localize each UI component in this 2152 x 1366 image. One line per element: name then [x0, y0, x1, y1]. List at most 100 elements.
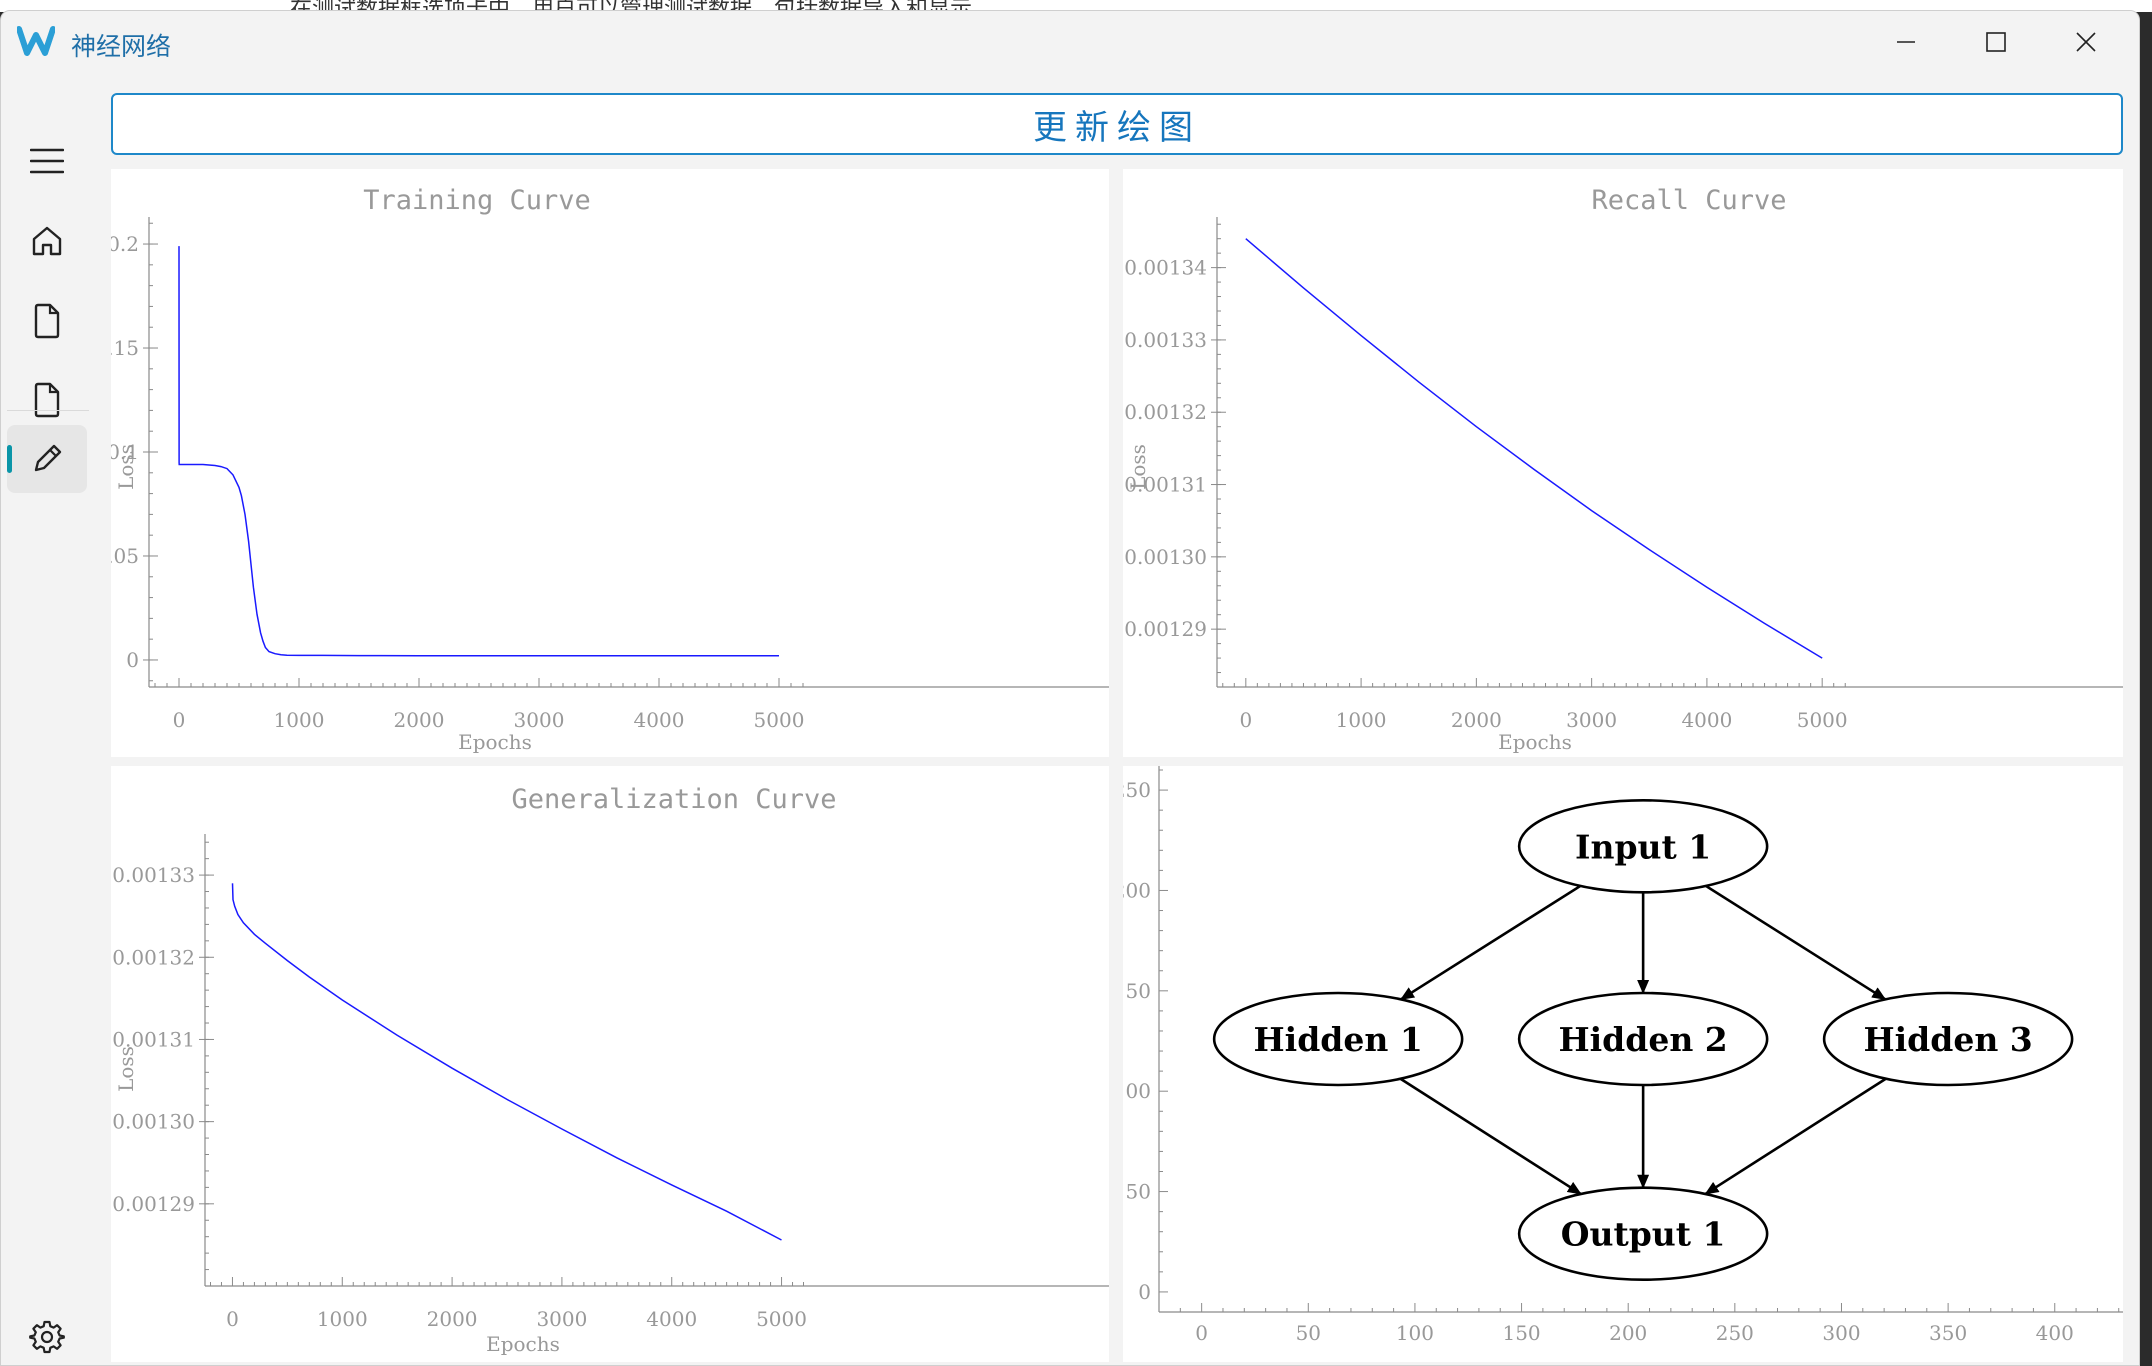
- y-tick-label: 0.00129: [112, 1192, 195, 1216]
- y-tick-label: 0.00129: [1124, 617, 1207, 641]
- y-tick-label: 200: [1123, 878, 1151, 902]
- x-tick-label: 5000: [754, 708, 805, 732]
- graph-node-label: Input 1: [1575, 827, 1711, 866]
- y-tick-label: 50: [1126, 1180, 1151, 1204]
- x-axis-label: Epochs: [486, 1332, 560, 1356]
- sidebar-item-document-1[interactable]: [7, 287, 87, 355]
- y-tick-label: 0.15: [111, 336, 139, 360]
- window-title: 神经网络: [71, 32, 172, 61]
- graph-node-label: Output 1: [1561, 1215, 1726, 1254]
- sidebar-divider: [7, 410, 89, 411]
- x-tick-label: 200: [1609, 1321, 1647, 1345]
- pencil-icon: [34, 444, 62, 472]
- x-tick-label: 0: [173, 708, 186, 732]
- x-tick-label: 300: [1822, 1321, 1860, 1345]
- x-tick-label: 4000: [1681, 708, 1732, 732]
- y-tick-label: 150: [1123, 979, 1151, 1003]
- x-tick-label: 350: [1929, 1321, 1967, 1345]
- sidebar: [1, 73, 105, 1365]
- home-icon: [32, 226, 62, 256]
- app-window: 神经网络 更新绘图 Training Curve 0 1000 2000 300…: [0, 10, 2140, 1366]
- graph-edge: [1705, 884, 1887, 1001]
- x-tick-label: 0: [1195, 1321, 1208, 1345]
- gear-icon: [29, 1320, 65, 1354]
- x-tick-label: 100: [1396, 1321, 1434, 1345]
- titlebar: 神经网络: [1, 11, 2139, 73]
- graph-node-label: Hidden 1: [1253, 1020, 1422, 1059]
- maximize-icon: [1986, 32, 2006, 52]
- x-tick-label: 2000: [1451, 708, 1502, 732]
- y-tick-label: 0.00133: [112, 863, 195, 887]
- recall-curve-panel: Recall Curve 0 1000 2000 3000 4000 5000 0.00129…: [1123, 169, 2123, 757]
- x-tick-label: 1000: [317, 1307, 368, 1331]
- graph-node-label: Hidden 3: [1863, 1020, 2032, 1059]
- x-tick-label: 0: [226, 1307, 239, 1331]
- document-icon: [34, 303, 60, 339]
- x-tick-label: 3000: [1566, 708, 1617, 732]
- sidebar-item-home[interactable]: [7, 207, 87, 275]
- update-plot-button[interactable]: 更新绘图: [111, 93, 2123, 155]
- x-tick-label: 4000: [646, 1307, 697, 1331]
- document-icon: [34, 382, 60, 418]
- y-tick-label: 0.00132: [112, 945, 195, 969]
- x-tick-label: 4000: [634, 708, 685, 732]
- generalization-curve-panel: Generalization Curve 0 1000 2000 3000 4000 500…: [111, 766, 1109, 1362]
- y-tick-label: 100: [1123, 1079, 1151, 1103]
- chart-title: Generalization Curve: [511, 784, 836, 815]
- y-axis-label: Loss: [114, 444, 138, 490]
- maximize-button[interactable]: [1968, 21, 2024, 63]
- y-tick-label: 0.00130: [112, 1110, 195, 1134]
- y-tick-label: 0.2: [111, 232, 139, 256]
- app-logo-icon: [17, 26, 55, 56]
- x-axis-label: Epochs: [458, 730, 532, 754]
- graph-edge: [1400, 884, 1582, 1001]
- x-tick-label: 0: [1239, 708, 1252, 732]
- menu-toggle-button[interactable]: [7, 127, 87, 195]
- minimize-button[interactable]: [1878, 21, 1934, 63]
- sidebar-item-plot[interactable]: [7, 425, 87, 493]
- y-tick-label: 250: [1123, 778, 1151, 802]
- sidebar-item-document-2[interactable]: [7, 366, 87, 434]
- y-tick-label: 0.00132: [1124, 400, 1207, 424]
- graph-edge: [1399, 1077, 1582, 1196]
- settings-button[interactable]: [7, 1303, 87, 1365]
- x-tick-label: 2000: [394, 708, 445, 732]
- y-axis-label: Loss: [114, 1046, 138, 1092]
- x-tick-label: 400: [2036, 1321, 2074, 1345]
- x-tick-label: 5000: [1797, 708, 1848, 732]
- x-tick-label: 250: [1716, 1321, 1754, 1345]
- training-curve-chart: Training Curve 0 1000 2000 3000 4000 5000 0 0.05…: [111, 185, 1109, 754]
- close-button[interactable]: [2058, 21, 2114, 63]
- series-line: [1245, 238, 1823, 659]
- x-tick-label: 2000: [427, 1307, 478, 1331]
- y-tick-label: 0.05: [111, 544, 139, 568]
- network-graph-panel: 0 50 100 150 200 250 300 350 400 0 50 100 150 200 250 I…: [1123, 766, 2123, 1362]
- chart-title: Recall Curve: [1591, 185, 1786, 216]
- series-line: [178, 246, 779, 657]
- minimize-icon: [1897, 41, 1915, 43]
- recall-curve-chart: Recall Curve 0 1000 2000 3000 4000 5000 0.00129…: [1124, 185, 2123, 754]
- x-tick-label: 1000: [274, 708, 325, 732]
- close-icon: [2076, 32, 2096, 52]
- network-graph-chart: 0 50 100 150 200 250 300 350 400 0 50 100 150 200 250 I…: [1123, 766, 2123, 1345]
- x-axis-label: Epochs: [1498, 730, 1572, 754]
- x-tick-label: 3000: [514, 708, 565, 732]
- x-tick-label: 150: [1502, 1321, 1540, 1345]
- generalization-curve-chart: Generalization Curve 0 1000 2000 3000 4000 500…: [112, 784, 1109, 1356]
- y-tick-label: 0.00133: [1124, 328, 1207, 352]
- y-tick-label: 0: [126, 648, 139, 672]
- training-curve-panel: Training Curve 0 1000 2000 3000 4000 5000 0 0.05…: [111, 169, 1109, 757]
- y-tick-label: 0.00130: [1124, 545, 1207, 569]
- active-indicator: [7, 445, 12, 473]
- graph-node-label: Hidden 2: [1558, 1020, 1727, 1059]
- chart-title: Training Curve: [363, 185, 591, 216]
- menu-icon: [30, 148, 64, 174]
- x-tick-label: 3000: [536, 1307, 587, 1331]
- x-tick-label: 50: [1296, 1321, 1321, 1345]
- y-axis-label: Loss: [1126, 444, 1150, 490]
- series-line: [231, 883, 782, 1241]
- x-tick-label: 1000: [1336, 708, 1387, 732]
- graph-edge: [1704, 1077, 1887, 1196]
- y-tick-label: 0.00134: [1124, 256, 1207, 280]
- y-tick-label: 0: [1138, 1280, 1151, 1304]
